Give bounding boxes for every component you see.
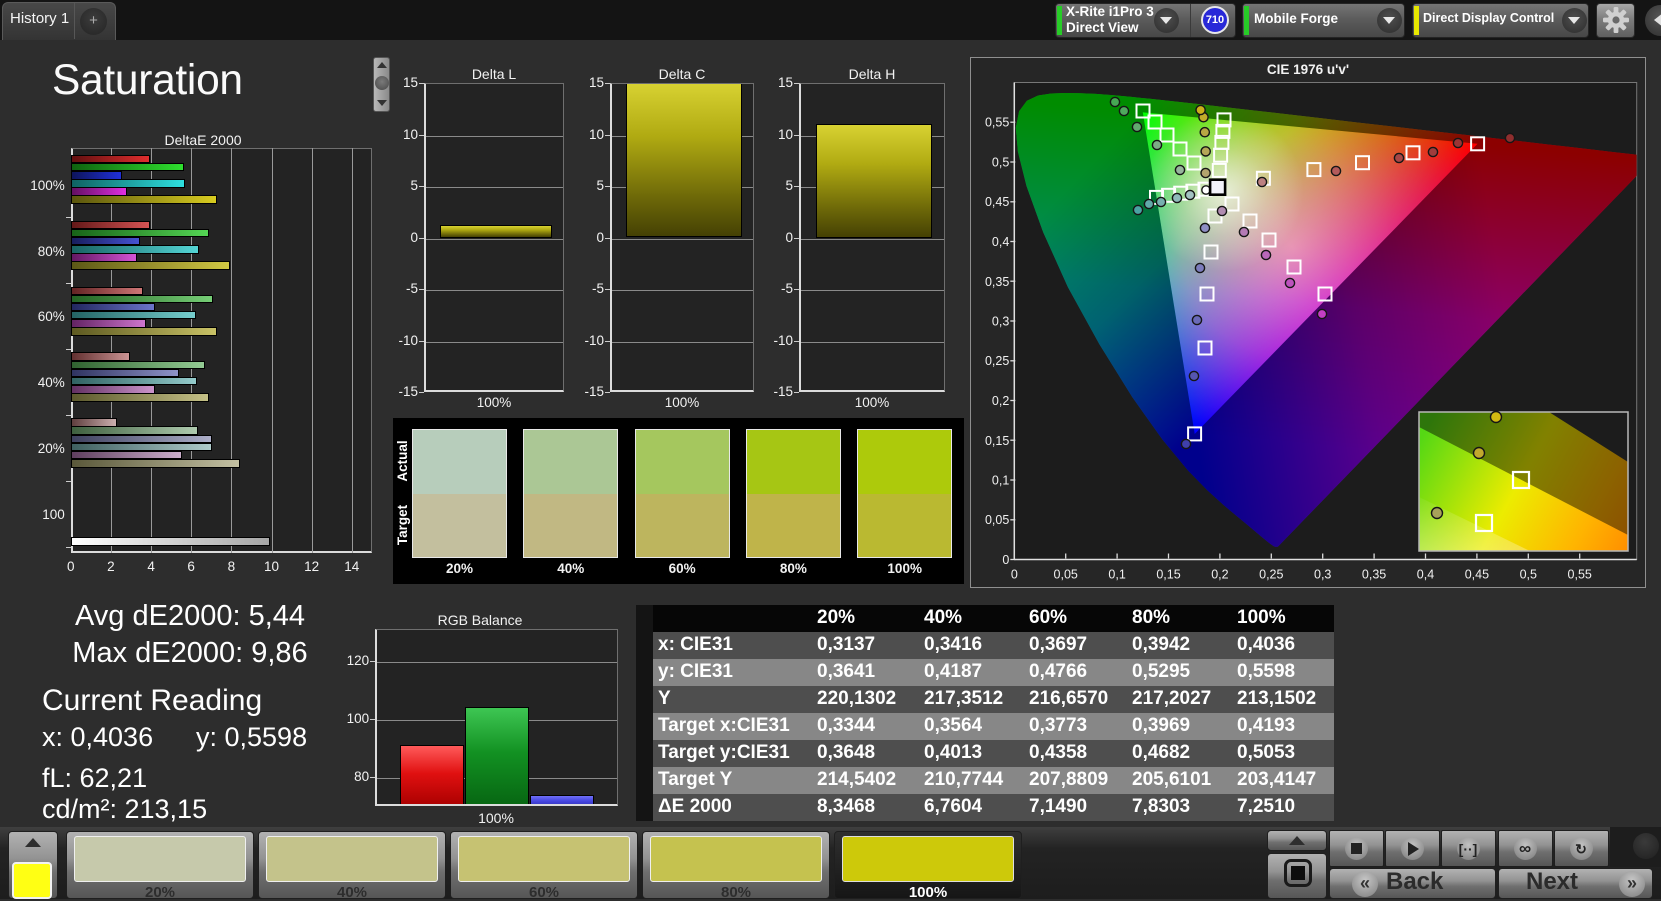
svg-text:0,2: 0,2 <box>992 394 1009 408</box>
svg-text:0,1: 0,1 <box>1108 568 1125 582</box>
svg-text:0,45: 0,45 <box>985 195 1009 209</box>
svg-text:0,25: 0,25 <box>985 354 1009 368</box>
svg-text:0,5: 0,5 <box>1520 568 1537 582</box>
svg-text:0,55: 0,55 <box>1568 568 1592 582</box>
svg-text:0,4: 0,4 <box>1417 568 1434 582</box>
svg-text:CIE 1976 u'v': CIE 1976 u'v' <box>1267 62 1349 77</box>
svg-text:0,3: 0,3 <box>1314 568 1331 582</box>
svg-text:0,15: 0,15 <box>1156 568 1180 582</box>
svg-text:0,5: 0,5 <box>992 156 1009 170</box>
svg-text:0,35: 0,35 <box>1362 568 1386 582</box>
svg-text:0,1: 0,1 <box>992 474 1009 488</box>
svg-text:0,45: 0,45 <box>1465 568 1489 582</box>
svg-text:0,4: 0,4 <box>992 235 1009 249</box>
svg-text:0: 0 <box>1011 568 1018 582</box>
svg-text:0,05: 0,05 <box>985 513 1009 527</box>
svg-text:0: 0 <box>1002 553 1009 567</box>
svg-text:0,15: 0,15 <box>985 434 1009 448</box>
svg-text:0,25: 0,25 <box>1259 568 1283 582</box>
svg-text:0,3: 0,3 <box>992 315 1009 329</box>
svg-text:0,05: 0,05 <box>1054 568 1078 582</box>
svg-text:0,55: 0,55 <box>985 116 1009 130</box>
svg-text:0,35: 0,35 <box>985 275 1009 289</box>
svg-text:0,2: 0,2 <box>1211 568 1228 582</box>
